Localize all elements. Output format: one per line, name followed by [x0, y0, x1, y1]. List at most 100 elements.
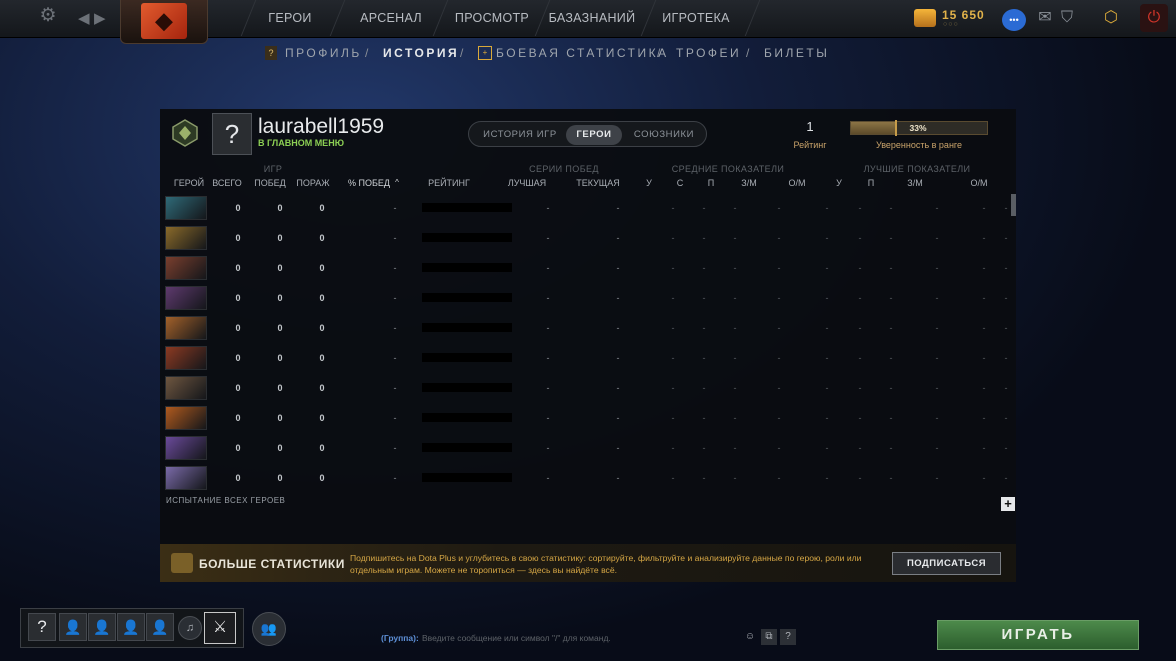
- cell-best-stat: -: [889, 353, 893, 363]
- col-losses[interactable]: ПОРАЖ: [294, 178, 332, 188]
- hero-portrait-icon-8[interactable]: [165, 406, 207, 430]
- col-total[interactable]: ВСЕГО: [210, 178, 244, 188]
- subnav-profile[interactable]: ПРОФИЛЬ: [285, 40, 362, 66]
- hero-portrait-icon-6[interactable]: [165, 346, 207, 370]
- cell-best-stat: -: [858, 383, 862, 393]
- subnav-separator: /: [460, 46, 466, 60]
- chat-notification-icon[interactable]: •••: [1002, 9, 1026, 31]
- col-avg-assists[interactable]: П: [704, 178, 718, 188]
- hero-portrait-icon-1[interactable]: [165, 196, 207, 220]
- col-best-gpm[interactable]: З/М: [904, 178, 926, 188]
- subscribe-button[interactable]: ПОДПИСАТЬСЯ: [892, 552, 1001, 575]
- power-icon[interactable]: ⏻: [1140, 4, 1168, 32]
- nav-watch[interactable]: ПРОСМОТР: [448, 0, 536, 36]
- cell-losses: 0: [319, 443, 325, 453]
- cell-avg-stat: -: [702, 203, 706, 213]
- cell-best-stat: -: [858, 203, 862, 213]
- scrollbar[interactable]: [1011, 194, 1016, 216]
- col-best-streak[interactable]: ЛУЧШАЯ: [504, 178, 550, 188]
- col-avg-kills[interactable]: У: [642, 178, 656, 188]
- chat-channel-label[interactable]: (Группа):: [381, 633, 419, 643]
- dota-logo-button[interactable]: ◆: [120, 0, 208, 44]
- shards-count[interactable]: 15 650: [942, 8, 985, 22]
- party-slot-self[interactable]: ?: [28, 613, 56, 641]
- nav-arcade[interactable]: ИГРОТЕКА: [654, 0, 738, 36]
- sort-chevron-icon[interactable]: ^: [393, 178, 401, 187]
- col-avg-xpm[interactable]: О/М: [786, 178, 808, 188]
- cell-total: 0: [235, 353, 241, 363]
- col-winrate[interactable]: % ПОБЕД: [346, 178, 392, 188]
- player-avatar[interactable]: ?: [212, 113, 252, 155]
- promo-text: Подпишитесь на Dota Plus и углубитесь в …: [350, 553, 862, 575]
- party-slot-empty[interactable]: 👤: [146, 613, 174, 641]
- rank-badge-icon[interactable]: ⚔: [204, 612, 236, 644]
- cell-avg-stat: -: [671, 353, 675, 363]
- col-hero[interactable]: ГЕРОЙ: [170, 178, 208, 188]
- tab-match-history[interactable]: ИСТОРИЯ ИГР: [477, 125, 563, 145]
- shards-icon[interactable]: [914, 9, 936, 27]
- dota-plus-icon[interactable]: ⬡: [1096, 2, 1126, 34]
- col-best-assists[interactable]: П: [864, 178, 878, 188]
- cell-winrate: -: [393, 353, 397, 363]
- hero-portrait-icon-2[interactable]: [165, 226, 207, 250]
- cell-best-streak: -: [546, 443, 550, 453]
- party-slot-empty[interactable]: 👤: [88, 613, 116, 641]
- cell-avg-stat: -: [671, 263, 675, 273]
- rank-medal-icon[interactable]: [170, 118, 200, 148]
- hero-portrait-icon-9[interactable]: [165, 436, 207, 460]
- armory-shield-icon[interactable]: ⛉: [1052, 2, 1082, 34]
- party-slot-empty[interactable]: 👤: [117, 613, 145, 641]
- hero-portrait-icon-4[interactable]: [165, 286, 207, 310]
- cell-best-stat: -: [1004, 263, 1008, 273]
- subnav-history[interactable]: ИСТОРИЯ: [383, 40, 459, 66]
- hero-portrait-icon-5[interactable]: [165, 316, 207, 340]
- cell-current-streak: -: [616, 443, 620, 453]
- hero-portrait-icon-7[interactable]: [165, 376, 207, 400]
- find-friends-icon[interactable]: 👥: [252, 612, 286, 646]
- cell-best-stat: -: [889, 473, 893, 483]
- nav-arsenal[interactable]: АРСЕНАЛ: [346, 0, 436, 36]
- cell-best-stat: -: [935, 473, 939, 483]
- forward-arrow-icon[interactable]: ▶: [94, 9, 106, 27]
- col-best-xpm[interactable]: О/М: [968, 178, 990, 188]
- shards-sub: ○○○: [943, 21, 959, 28]
- nav-heroes[interactable]: ГЕРОИ: [252, 0, 328, 36]
- cell-losses: 0: [319, 263, 325, 273]
- player-name: laurabell1959: [258, 115, 385, 138]
- play-button[interactable]: ИГРАТЬ: [937, 620, 1139, 650]
- tab-allies[interactable]: СОЮЗНИКИ: [629, 125, 699, 145]
- cell-wins: 0: [277, 233, 283, 243]
- subnav-trophies[interactable]: ТРОФЕИ: [676, 40, 741, 66]
- emoticon-icon[interactable]: ☺: [742, 629, 758, 645]
- cell-best-stat: -: [889, 203, 893, 213]
- cell-total: 0: [235, 233, 241, 243]
- col-current-streak[interactable]: ТЕКУЩАЯ: [574, 178, 622, 188]
- cell-avg-stat: -: [702, 413, 706, 423]
- cell-best-stat: -: [889, 293, 893, 303]
- chat-help-button[interactable]: ?: [780, 629, 796, 645]
- hero-portrait-icon-10[interactable]: [165, 466, 207, 490]
- cell-losses: 0: [319, 203, 325, 213]
- cell-best-stat: -: [889, 443, 893, 453]
- col-avg-gpm[interactable]: З/М: [738, 178, 760, 188]
- expand-plus-button[interactable]: +: [1001, 497, 1015, 511]
- subnav-combat-stats[interactable]: БОЕВАЯ СТАТИСТИКА: [496, 40, 669, 66]
- chat-placeholder[interactable]: Введите сообщение или символ "/" для ком…: [422, 633, 611, 643]
- chat-channels-icon[interactable]: ⧉: [761, 629, 777, 645]
- cell-wins: 0: [277, 443, 283, 453]
- back-arrow-icon[interactable]: ◀: [78, 9, 90, 27]
- col-avg-deaths[interactable]: С: [673, 178, 687, 188]
- cell-avg-stat: -: [825, 353, 829, 363]
- col-wins[interactable]: ПОБЕД: [252, 178, 288, 188]
- cell-losses: 0: [319, 473, 325, 483]
- settings-gear-icon[interactable]: ⚙: [38, 6, 58, 26]
- col-rating[interactable]: РЕЙТИНГ: [424, 178, 474, 188]
- nav-knowledge-base[interactable]: БАЗАЗНАНИЙ: [546, 0, 638, 36]
- hero-portrait-icon-3[interactable]: [165, 256, 207, 280]
- subnav-tickets[interactable]: БИЛЕТЫ: [764, 40, 829, 66]
- col-best-kills[interactable]: У: [832, 178, 846, 188]
- voice-chat-icon[interactable]: ♫: [178, 616, 202, 640]
- party-slot-empty[interactable]: 👤: [59, 613, 87, 641]
- tab-heroes[interactable]: ГЕРОИ: [566, 125, 622, 145]
- all-heroes-trial-link[interactable]: ИСПЫТАНИЕ ВСЕХ ГЕРОЕВ: [166, 496, 285, 505]
